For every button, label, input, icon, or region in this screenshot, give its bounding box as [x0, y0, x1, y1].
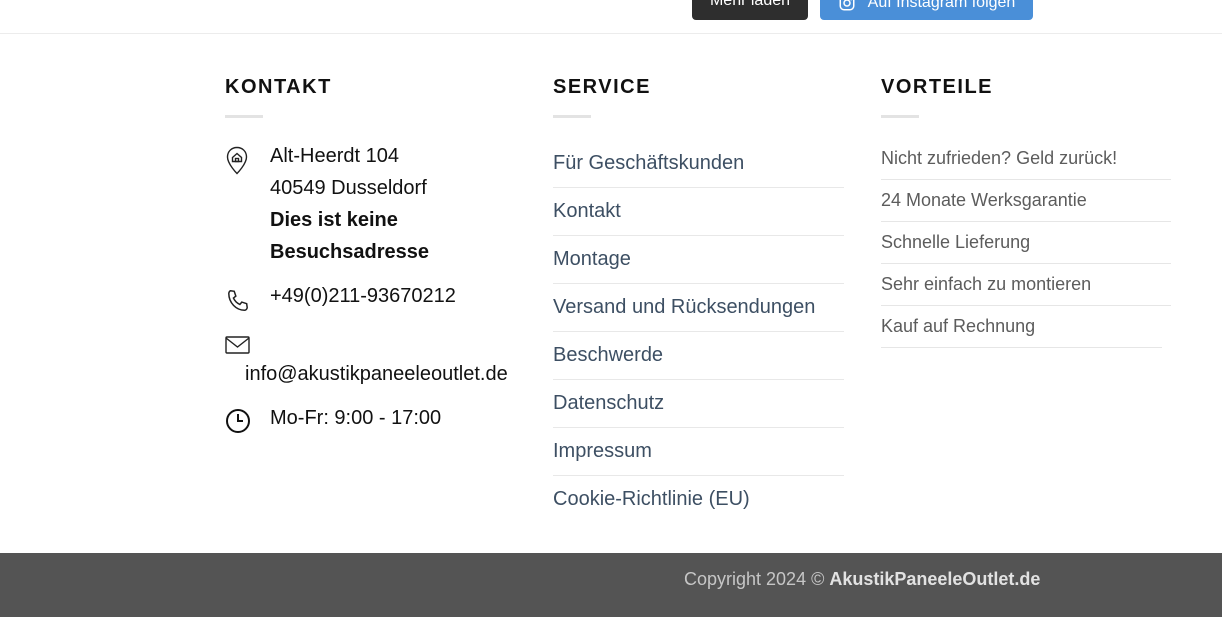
phone-row: +49(0)211-93670212 [225, 280, 456, 319]
address-note-line2: Besuchsadresse [270, 241, 429, 263]
advantage-item: Nicht zufrieden? Geld zurück! [881, 138, 1171, 180]
contact-heading: KONTAKT [225, 76, 332, 98]
advantage-item: Sehr einfach zu montieren [881, 264, 1171, 306]
instagram-icon [839, 0, 855, 11]
service-link-privacy[interactable]: Datenschutz [553, 380, 844, 428]
advantages-list: Nicht zufrieden? Geld zurück! 24 Monate … [881, 138, 1171, 348]
service-link-business[interactable]: Für Geschäftskunden [553, 140, 844, 188]
contact-column: KONTAKT Alt-Heerdt 104 40549 Dusseldorf … [225, 74, 525, 433]
hours-row: Mo-Fr: 9:00 - 17:00 [225, 402, 441, 439]
envelope-icon [225, 336, 250, 354]
advantage-item: Kauf auf Rechnung [881, 306, 1162, 348]
service-link-shipping-returns[interactable]: Versand und Rücksendungen [553, 284, 844, 332]
heading-divider [881, 115, 919, 118]
email-address[interactable]: info@akustikpaneeleoutlet.de [245, 358, 508, 390]
location-pin-icon [226, 146, 248, 175]
opening-hours: Mo-Fr: 9:00 - 17:00 [270, 407, 442, 429]
service-column: SERVICE Für Geschäftskunden Kontakt Mont… [553, 74, 844, 510]
service-link-cookie-policy[interactable]: Cookie-Richtlinie (EU) [553, 476, 844, 523]
service-link-complaint[interactable]: Beschwerde [553, 332, 844, 380]
address-note-line1: Dies ist keine [270, 209, 398, 231]
brand-link[interactable]: AkustikPaneeleOutlet.de [829, 569, 1040, 589]
advantage-item: Schnelle Lieferung [881, 222, 1171, 264]
phone-icon [228, 289, 248, 311]
instagram-follow-label: Auf Instagram folgen [867, 0, 1016, 11]
heading-divider [225, 115, 263, 118]
heading-divider [553, 115, 591, 118]
clock-icon [226, 409, 250, 433]
load-more-button[interactable]: Mehr laden [692, 0, 808, 20]
service-link-imprint[interactable]: Impressum [553, 428, 844, 476]
address-street: Alt-Heerdt 104 [270, 145, 399, 167]
copyright-footer: Copyright 2024 © AkustikPaneeleOutlet.de [0, 553, 1222, 617]
service-heading: SERVICE [553, 76, 651, 98]
service-link-installation[interactable]: Montage [553, 236, 844, 284]
email-row: info@akustikpaneeleoutlet.de [225, 332, 525, 392]
top-bar: Mehr laden Auf Instagram folgen [0, 0, 1222, 34]
advantages-column: VORTEILE Nicht zufrieden? Geld zurück! 2… [881, 74, 1171, 348]
address-block: Alt-Heerdt 104 40549 Dusseldorf Dies ist… [225, 140, 429, 268]
service-link-contact[interactable]: Kontakt [553, 188, 844, 236]
service-link-list: Für Geschäftskunden Kontakt Montage Vers… [553, 140, 844, 523]
instagram-follow-button[interactable]: Auf Instagram folgen [820, 0, 1033, 20]
copyright-prefix: Copyright 2024 © [684, 569, 830, 589]
phone-number[interactable]: +49(0)211-93670212 [270, 280, 456, 319]
copyright-text: Copyright 2024 © AkustikPaneeleOutlet.de [684, 568, 1040, 590]
address-city: 40549 Dusseldorf [270, 177, 427, 199]
advantages-heading: VORTEILE [881, 76, 994, 98]
advantage-item: 24 Monate Werksgarantie [881, 180, 1171, 222]
